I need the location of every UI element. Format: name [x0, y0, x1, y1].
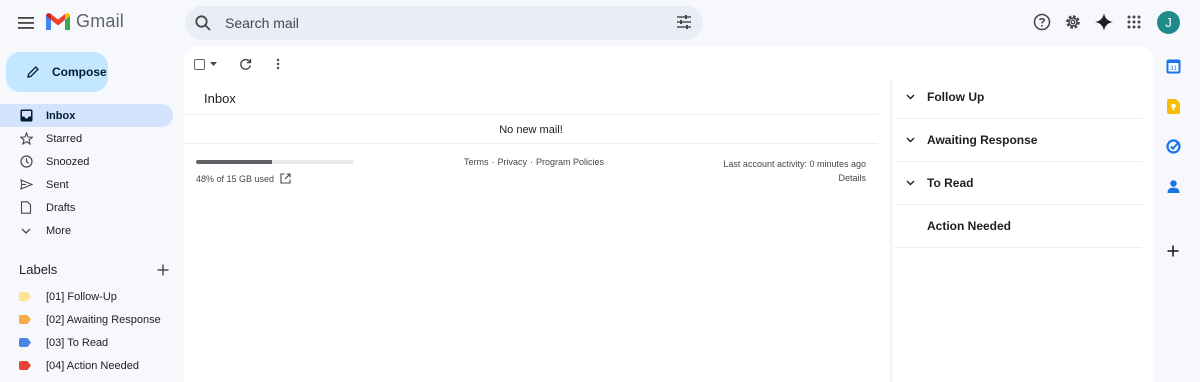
label-tag-icon — [19, 292, 31, 301]
mail-toolbar — [194, 54, 280, 74]
checkbox-icon — [194, 58, 205, 70]
chevron-down-icon — [19, 224, 33, 238]
pencil-icon — [27, 66, 39, 78]
main-panel: Inbox No new mail! 48% of 15 GB used Ter… — [184, 46, 1153, 382]
menu-icon[interactable] — [12, 9, 40, 37]
sidebar-item-label: More — [46, 224, 72, 237]
search-options-icon[interactable] — [676, 14, 692, 30]
side-panel-rail: 31 — [1153, 46, 1200, 382]
labels-header: Labels — [19, 262, 169, 277]
svg-text:31: 31 — [1170, 66, 1177, 72]
label-list: [01] Follow-Up [02] Awaiting Response [0… — [0, 285, 180, 377]
add-icon[interactable] — [1165, 243, 1181, 259]
chevron-down-icon[interactable] — [906, 137, 918, 143]
section-to-read[interactable]: To Read — [894, 162, 1142, 205]
calendar-icon[interactable]: 31 — [1165, 58, 1181, 74]
sidebar-item-sent[interactable]: Sent — [0, 173, 173, 196]
sidebar-nav: Inbox Starred Snoozed Sent Drafts More — [0, 104, 180, 242]
top-bar: Gmail Search mail J — [0, 0, 1200, 46]
terms-link[interactable]: Terms — [464, 157, 489, 167]
label-item-awaiting-response[interactable]: [02] Awaiting Response — [0, 308, 180, 331]
inbox-icon — [19, 109, 33, 123]
label-tag-icon — [19, 338, 31, 347]
caret-down-icon — [210, 62, 217, 66]
gemini-icon[interactable] — [1094, 12, 1114, 32]
apps-icon[interactable] — [1124, 12, 1144, 32]
panel-divider — [890, 80, 892, 382]
storage-progress-bar — [196, 160, 354, 164]
chevron-down-icon[interactable] — [906, 180, 918, 186]
label-name: [02] Awaiting Response — [46, 313, 161, 326]
section-label: Follow Up — [927, 90, 985, 104]
section-label: Action Needed — [927, 219, 1012, 233]
sidebar-item-starred[interactable]: Starred — [0, 127, 173, 150]
storage-usage[interactable]: 48% of 15 GB used — [196, 173, 291, 184]
label-item-follow-up[interactable]: [01] Follow-Up — [0, 285, 180, 308]
search-bar[interactable]: Search mail — [185, 6, 703, 40]
contacts-icon[interactable] — [1165, 178, 1181, 194]
keep-icon[interactable] — [1165, 98, 1181, 114]
section-follow-up[interactable]: Follow Up — [894, 76, 1142, 119]
label-tag-icon — [19, 361, 31, 370]
sidebar-item-label: Sent — [46, 178, 69, 191]
select-all-checkbox[interactable] — [194, 58, 217, 70]
avatar[interactable]: J — [1157, 11, 1180, 34]
program-policies-link[interactable]: Program Policies — [536, 157, 604, 167]
tasks-icon[interactable] — [1165, 138, 1181, 154]
app-name: Gmail — [76, 11, 125, 31]
label-name: [03] To Read — [46, 336, 109, 349]
search-icon[interactable] — [194, 14, 212, 32]
draft-icon — [19, 201, 33, 215]
sidebar-item-label: Drafts — [46, 201, 76, 214]
chevron-down-icon[interactable] — [906, 94, 918, 100]
section-awaiting-response[interactable]: Awaiting Response — [894, 119, 1142, 162]
label-item-action-needed[interactable]: [04] Action Needed — [0, 354, 180, 377]
divider — [184, 143, 878, 144]
label-item-to-read[interactable]: [03] To Read — [0, 331, 180, 354]
sidebar-item-drafts[interactable]: Drafts — [0, 196, 173, 219]
open-external-icon[interactable] — [280, 173, 291, 184]
label-name: [04] Action Needed — [46, 359, 139, 372]
star-icon — [19, 132, 33, 146]
add-label-icon[interactable] — [157, 264, 169, 276]
refresh-icon[interactable] — [239, 58, 252, 71]
section-list: Follow Up Awaiting Response To Read Acti… — [894, 76, 1142, 248]
storage-usage-text: 48% of 15 GB used — [196, 173, 275, 184]
section-action-needed[interactable]: Action Needed — [894, 205, 1142, 248]
search-input[interactable]: Search mail — [225, 15, 299, 31]
sidebar-item-snoozed[interactable]: Snoozed — [0, 150, 173, 173]
details-link[interactable]: Details — [723, 171, 866, 185]
sidebar-item-label: Snoozed — [46, 155, 90, 168]
gmail-logo-icon — [46, 12, 70, 30]
label-tag-icon — [19, 315, 31, 324]
sidebar-item-more[interactable]: More — [0, 219, 173, 242]
gmail-logo[interactable]: Gmail — [46, 11, 124, 32]
sidebar-item-label: Starred — [46, 132, 83, 145]
inbox-title: Inbox — [204, 91, 236, 106]
send-icon — [19, 178, 33, 192]
compose-button[interactable]: Compose — [6, 52, 108, 92]
footer-links: Terms · Privacy · Program Policies — [464, 157, 604, 167]
account-activity: Last account activity: 0 minutes ago Det… — [723, 157, 866, 185]
section-label: To Read — [927, 176, 974, 190]
section-label: Awaiting Response — [927, 133, 1038, 147]
sidebar-item-inbox[interactable]: Inbox — [0, 104, 173, 127]
compose-label: Compose — [52, 65, 107, 79]
separator: · — [491, 157, 495, 167]
more-vert-icon[interactable] — [276, 58, 280, 70]
clock-icon — [19, 155, 33, 169]
storage-progress-fill — [196, 160, 272, 164]
labels-title: Labels — [19, 262, 58, 277]
privacy-link[interactable]: Privacy — [498, 157, 528, 167]
label-name: [01] Follow-Up — [46, 290, 117, 303]
sidebar-item-label: Inbox — [46, 109, 76, 122]
separator: · — [530, 157, 534, 167]
activity-text: Last account activity: 0 minutes ago — [723, 159, 866, 169]
help-icon[interactable] — [1032, 12, 1052, 32]
settings-icon[interactable] — [1063, 12, 1083, 32]
divider — [184, 114, 878, 115]
empty-message: No new mail! — [499, 124, 563, 136]
